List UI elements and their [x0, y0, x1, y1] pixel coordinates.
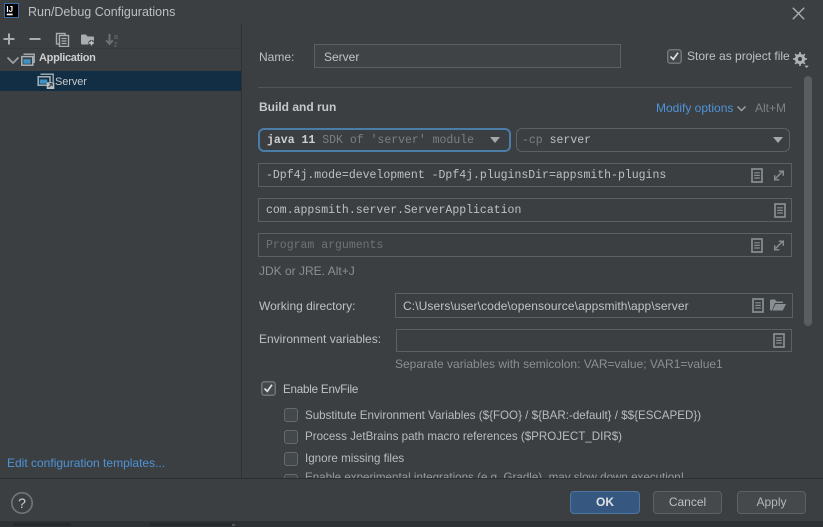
svg-text:z: z	[114, 39, 118, 47]
svg-text:IJ: IJ	[6, 5, 13, 14]
svg-text:?: ?	[18, 495, 26, 511]
